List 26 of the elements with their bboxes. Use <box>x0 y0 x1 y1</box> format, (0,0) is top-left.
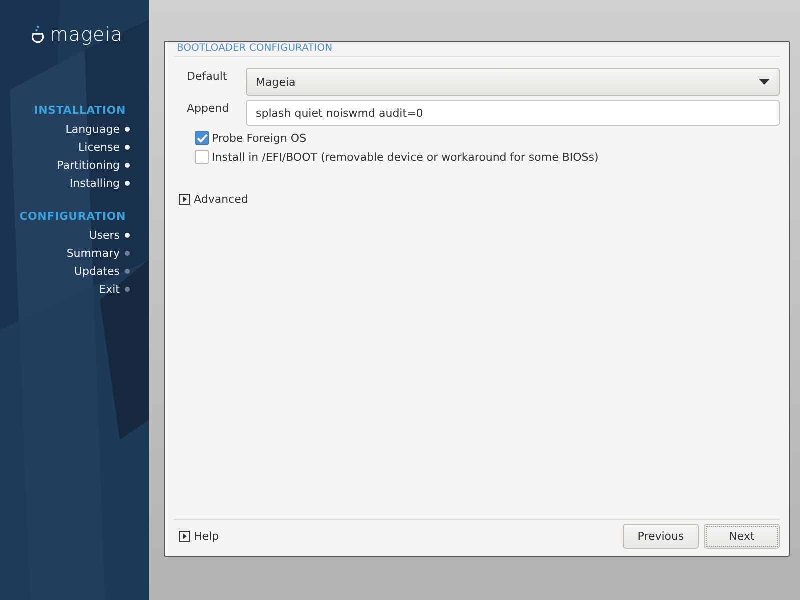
step-label: License <box>78 140 120 154</box>
append-field[interactable]: splash quiet noiswmd audit=0 <box>246 100 780 126</box>
advanced-expander[interactable]: Advanced <box>179 193 248 206</box>
step-label: Updates <box>74 264 120 278</box>
section-heading: CONFIGURATION <box>20 209 126 225</box>
cauldron-icon <box>30 24 46 46</box>
dropdown-arrow-icon <box>759 79 770 85</box>
dialog-title: BOOTLOADER CONFIGURATION <box>174 42 780 57</box>
step-label: Users <box>89 228 120 242</box>
help-expander[interactable]: Help <box>179 530 220 543</box>
checkbox[interactable] <box>195 150 209 164</box>
section-heading: INSTALLATION <box>34 103 126 119</box>
logo-text: mageia <box>50 24 124 46</box>
field-label: Append <box>186 101 230 117</box>
step-label: Language <box>66 122 120 136</box>
step-label: Summary <box>66 246 120 260</box>
step-label: Partitioning <box>57 158 120 172</box>
nav-button[interactable]: Previous <box>623 524 699 549</box>
checkbox-label: Install in /EFI/BOOT (removable device or workaround for some BIOSs) <box>212 150 599 164</box>
field-label: Default <box>186 69 228 85</box>
checkbox-label: Probe Foreign OS <box>212 132 307 144</box>
step-label: Exit <box>99 282 120 296</box>
checkbox[interactable] <box>195 131 209 145</box>
step-label: Installing <box>70 176 120 190</box>
default-dropdown[interactable]: Mageia <box>246 68 780 96</box>
nav-button[interactable]: Next <box>704 524 780 549</box>
